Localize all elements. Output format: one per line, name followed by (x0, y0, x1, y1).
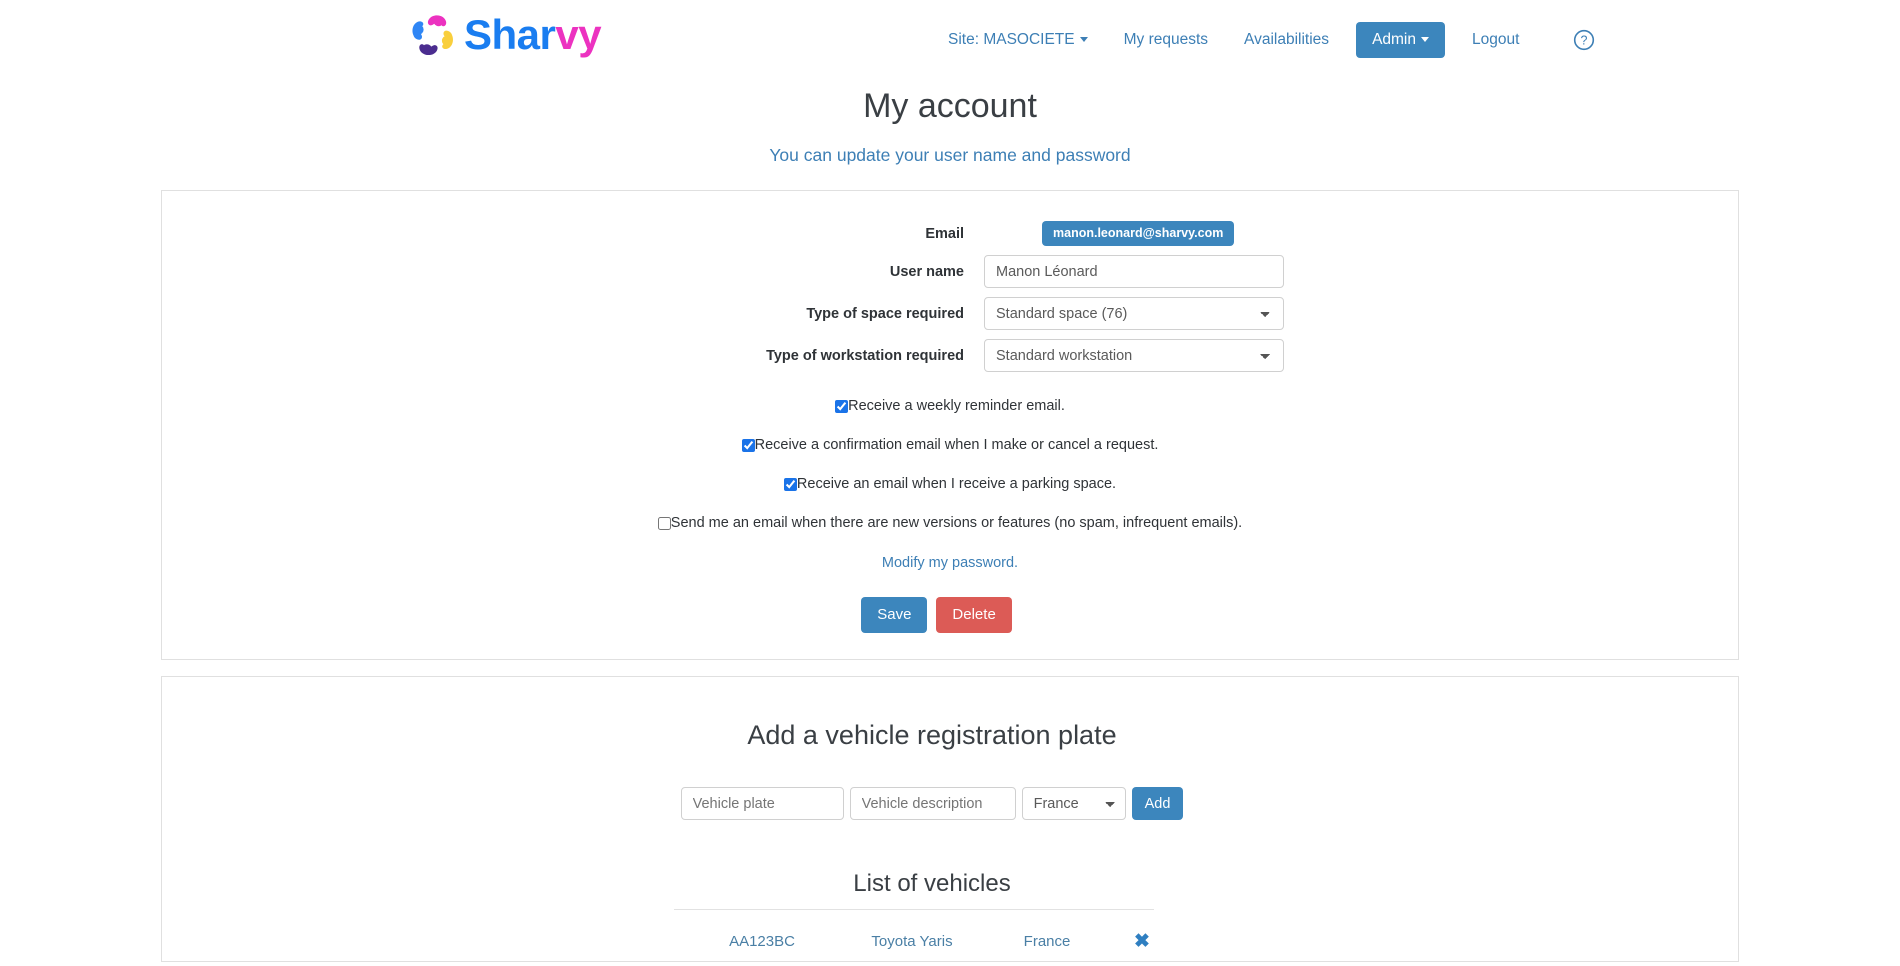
vehicle-description-input[interactable] (849, 787, 1016, 820)
nav-availabilities[interactable]: Availabilities (1226, 29, 1347, 51)
checkbox-label-product-news: Send me an email when there are new vers… (670, 515, 1243, 531)
nav-my-requests[interactable]: My requests (1106, 29, 1226, 51)
add-vehicle-form: France Add (126, 787, 1738, 820)
checkbox-product-news[interactable] (657, 517, 671, 530)
checkbox-row-product-news: Send me an email when there are new vers… (162, 515, 1738, 532)
vehicles-list-title: List of vehicles (853, 870, 1011, 897)
account-actions: Save Delete (135, 597, 1738, 633)
space-type-label: Type of space required (806, 305, 964, 322)
help-button[interactable]: ? (1555, 29, 1613, 51)
checkbox-row-parking-space-email: Receive an email when I receive a parkin… (162, 476, 1738, 493)
delete-button[interactable]: Delete (936, 597, 1012, 633)
vehicle-plate-input[interactable] (680, 787, 844, 820)
email-value-wrap: manon.leonard@sharvy.com (984, 221, 1284, 246)
vehicle-country-cell: France (1023, 933, 1071, 950)
email-row: Email manon.leonard@sharvy.com (162, 221, 1738, 246)
space-type-value-wrap: Standard space (76) (984, 297, 1284, 330)
chevron-down-icon (1079, 37, 1088, 42)
email-label: Email (925, 225, 964, 242)
nav-admin-label: Admin (1372, 31, 1416, 48)
page-root: Sharvy Site: MASOCIETE My requests Avail… (0, 0, 1900, 966)
username-label: User name (889, 263, 964, 280)
vehicle-description-cell: Toyota Yaris (871, 933, 953, 950)
vehicles-panel: Add a vehicle registration plate France … (161, 676, 1739, 962)
username-value-wrap (984, 255, 1284, 288)
checkbox-row-weekly-reminder: Receive a weekly reminder email. (162, 398, 1738, 415)
svg-text:?: ? (1581, 34, 1588, 48)
workstation-type-row: Type of workstation required Standard wo… (162, 339, 1738, 372)
brand-name-part2: vy (555, 11, 602, 58)
checkbox-label-parking-space-email: Receive an email when I receive a parkin… (796, 476, 1117, 492)
brand-logo[interactable]: Sharvy (408, 11, 602, 58)
email-badge: manon.leonard@sharvy.com (1042, 221, 1235, 246)
vehicle-plate-cell: AA123BC (729, 933, 795, 950)
checkbox-parking-space-email[interactable] (783, 478, 797, 491)
nav-site-label: Site: MASOCIETE (948, 31, 1075, 48)
question-circle-icon: ? (1574, 29, 1595, 51)
vehicles-section-title: Add a vehicle registration plate (747, 720, 1117, 750)
username-row: User name (162, 255, 1738, 288)
checkbox-label-weekly-reminder: Receive a weekly reminder email. (848, 398, 1065, 414)
page-title: My account (863, 87, 1037, 125)
brand-name-part1: Shar (464, 11, 556, 58)
table-row: AA123BC Toyota Yaris France ✖ (126, 932, 1738, 951)
checkbox-label-confirmation-email: Receive a confirmation email when I make… (754, 437, 1159, 453)
save-button[interactable]: Save (861, 597, 928, 633)
sharvy-pinwheel-logo-icon (412, 15, 453, 56)
chevron-down-icon (1421, 37, 1429, 42)
page-subtitle: You can update your user name and passwo… (769, 145, 1131, 165)
notification-preferences: Receive a weekly reminder email. Receive… (162, 398, 1738, 532)
vehicles-list-divider (674, 909, 1154, 910)
vehicle-country-select[interactable]: France (1021, 787, 1126, 820)
close-x-icon[interactable]: ✖ (1134, 932, 1150, 951)
space-type-row: Type of space required Standard space (7… (162, 297, 1738, 330)
vehicle-delete-cell: ✖ (1107, 932, 1177, 951)
checkbox-weekly-reminder[interactable] (835, 400, 849, 413)
password-link-row: Modify my password. (162, 554, 1738, 572)
checkbox-row-confirmation-email: Receive a confirmation email when I make… (162, 437, 1738, 454)
add-vehicle-button[interactable]: Add (1131, 787, 1184, 820)
site-header: Sharvy Site: MASOCIETE My requests Avail… (0, 0, 1900, 78)
nav-logout[interactable]: Logout (1454, 29, 1537, 51)
nav-site-selector[interactable]: Site: MASOCIETE (948, 29, 1106, 51)
modify-password-link[interactable]: Modify my password. (882, 555, 1018, 571)
username-input[interactable] (984, 255, 1284, 288)
workstation-type-label: Type of workstation required (766, 347, 964, 364)
account-panel: Email manon.leonard@sharvy.com User name… (161, 190, 1739, 660)
workstation-type-value-wrap: Standard workstation (984, 339, 1284, 372)
checkbox-confirmation-email[interactable] (741, 439, 755, 452)
brand-name: Sharvy (464, 11, 602, 58)
nav-admin-dropdown[interactable]: Admin (1356, 22, 1445, 58)
main-navigation: Site: MASOCIETE My requests Availabiliti… (948, 22, 1613, 58)
workstation-type-select[interactable]: Standard workstation (984, 339, 1284, 372)
space-type-select[interactable]: Standard space (76) (984, 297, 1284, 330)
